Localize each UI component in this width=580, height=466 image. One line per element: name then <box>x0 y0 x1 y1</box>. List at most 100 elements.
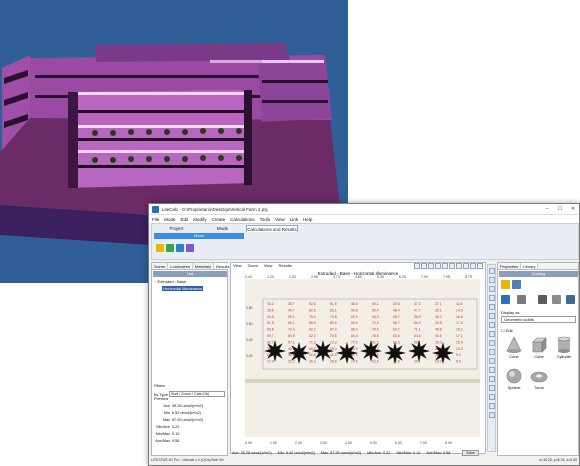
minimize-button[interactable]: – <box>541 205 553 214</box>
grid-value: 51.5 <box>330 302 337 306</box>
stat-min: Min 8.52 umol/(s*m2) <box>163 411 201 415</box>
render-tool-icon[interactable] <box>489 403 495 409</box>
values-icon[interactable] <box>449 263 455 269</box>
tab-luminaires[interactable]: Luminaires <box>168 263 193 269</box>
shape-cylinder[interactable]: Cylinder <box>553 336 575 366</box>
menu-link[interactable]: Link <box>290 217 298 222</box>
search-icon[interactable] <box>566 295 575 304</box>
settings-icon[interactable] <box>512 280 521 289</box>
menu-mode[interactable]: Mode <box>164 217 175 222</box>
menu-help[interactable]: Help <box>303 217 312 222</box>
tab-scene[interactable]: Scene <box>152 263 169 269</box>
grid-value: 63.6 <box>414 334 421 338</box>
illuminance-grid[interactable]: 0.80 0.60 0.40 0.20 33.0 38.7 52.5 51.5 45.0 50.1… <box>245 279 480 437</box>
export-icon[interactable] <box>463 263 469 269</box>
grid-icon[interactable] <box>176 244 184 252</box>
view-menu-zoom[interactable]: Zoom <box>248 263 258 269</box>
grid-value: 53.8 <box>267 328 274 332</box>
scale-tool-icon[interactable] <box>489 295 495 301</box>
shape-torus[interactable]: Torus <box>528 367 550 397</box>
tab-project[interactable]: Project <box>154 225 199 232</box>
menu-calculations[interactable]: Calculations <box>230 217 255 222</box>
grid-value: 44.6 <box>435 334 442 338</box>
grid-toggle-icon[interactable] <box>435 263 441 269</box>
folder-icon[interactable] <box>156 244 164 252</box>
move-tool-icon[interactable] <box>489 277 495 283</box>
grid-value: 17.8 <box>456 321 463 325</box>
view-menu-view-2[interactable]: View <box>264 263 273 269</box>
catalog-icon[interactable] <box>501 295 510 304</box>
rotate-tool-icon[interactable] <box>489 286 495 292</box>
grid-value: 41.5 <box>330 353 337 357</box>
grid-value: 9.3 <box>456 353 461 357</box>
plant-icon <box>336 342 358 364</box>
grid-value: 70.4 <box>288 328 295 332</box>
torus-icon <box>530 371 548 383</box>
export-icon[interactable] <box>186 244 194 252</box>
section-tool-icon[interactable] <box>489 394 495 400</box>
help-icon[interactable] <box>477 263 483 269</box>
grid-value: 35.1 <box>435 308 442 312</box>
grid-value: 53.3 <box>393 340 400 344</box>
align-tool-icon[interactable] <box>489 313 495 319</box>
view-menu-results[interactable]: Results <box>278 263 291 269</box>
menu-file[interactable]: File <box>152 217 159 222</box>
tab-properties[interactable]: Properties <box>498 263 522 269</box>
array-tool-icon[interactable] <box>489 331 495 337</box>
print-icon[interactable] <box>552 295 561 304</box>
tab-materials[interactable]: Materials <box>193 263 215 269</box>
close-button[interactable]: ✕ <box>567 205 579 214</box>
grid-value: 80.4 <box>351 334 358 338</box>
copy-tool-icon[interactable] <box>489 304 495 310</box>
tree-item-extruded-base[interactable]: ▪ Extruded - Base <box>155 279 186 284</box>
save-icon[interactable] <box>538 295 547 304</box>
camera-tool-icon[interactable] <box>489 358 495 364</box>
tree-item-horizontal-illuminance[interactable]: Horizontal Illuminance <box>162 286 204 291</box>
database-icon[interactable] <box>517 295 526 304</box>
open-folder-icon[interactable] <box>501 280 510 289</box>
mirror-tool-icon[interactable] <box>489 322 495 328</box>
tab-library[interactable]: Library <box>521 263 539 269</box>
preview-section: Preview Ave 39.28 umol/(s*m2) Min 8.52 umo… <box>152 396 227 457</box>
group-tool-icon[interactable] <box>489 340 495 346</box>
maximize-button[interactable]: ☐ <box>554 205 566 214</box>
settings-icon[interactable] <box>470 263 476 269</box>
menu-create[interactable]: Create <box>212 217 226 222</box>
ruler-label: 6.00 <box>395 441 402 445</box>
grid-value: 45.0 <box>351 302 358 306</box>
tab-mode[interactable]: Mode <box>200 225 245 232</box>
select-tool-icon[interactable] <box>489 268 495 274</box>
zoom-out-icon[interactable] <box>421 263 427 269</box>
view-tool-icon[interactable] <box>489 412 495 418</box>
display-as-select[interactable]: Geometric solids <box>501 316 576 323</box>
shape-cone[interactable]: Cone <box>503 336 525 366</box>
menu-modify[interactable]: Modify <box>193 217 206 222</box>
solve-button[interactable]: Solve <box>462 450 479 456</box>
menu-tools[interactable]: Tools <box>260 217 271 222</box>
view-menu-view[interactable]: View <box>233 263 242 269</box>
title-bar[interactable]: LiteCalc - D:\Proprietario\Desktop\Verti… <box>149 204 579 215</box>
filter-type-select[interactable]: Surf / Zoom / Calc-Obj <box>169 391 225 397</box>
measure-tool-icon[interactable] <box>489 349 495 355</box>
orbit-tool-icon[interactable] <box>489 385 495 391</box>
isoline-icon[interactable] <box>442 263 448 269</box>
pan-tool-icon[interactable] <box>489 376 495 382</box>
shape-cube[interactable]: Cube <box>528 336 550 366</box>
screenshot: LiteCalc - D:\Proprietario\Desktop\Verti… <box>0 0 580 466</box>
grid-value: 14.5 <box>456 308 463 312</box>
tab-calculations-results[interactable]: Calculations and Results <box>246 225 298 232</box>
light-tool-icon[interactable] <box>489 367 495 373</box>
grid-value: 50.1 <box>372 302 379 306</box>
calculate-icon[interactable] <box>166 244 174 252</box>
status-min: Min: 8.52 umol/(s*m2) <box>277 451 315 455</box>
zoom-fit-icon[interactable] <box>428 263 434 269</box>
menu-edit[interactable]: Edit <box>181 217 189 222</box>
plant-icon <box>384 342 406 364</box>
edit-checkbox[interactable]: ☐ Edit <box>501 328 513 333</box>
grid-value: 48.7 <box>393 315 400 319</box>
zoom-in-icon[interactable] <box>414 263 420 269</box>
menu-view[interactable]: View <box>275 217 285 222</box>
shape-sphere[interactable]: Sphere <box>503 367 525 397</box>
print-icon[interactable] <box>456 263 462 269</box>
shape-label: Cylinder <box>556 354 572 359</box>
